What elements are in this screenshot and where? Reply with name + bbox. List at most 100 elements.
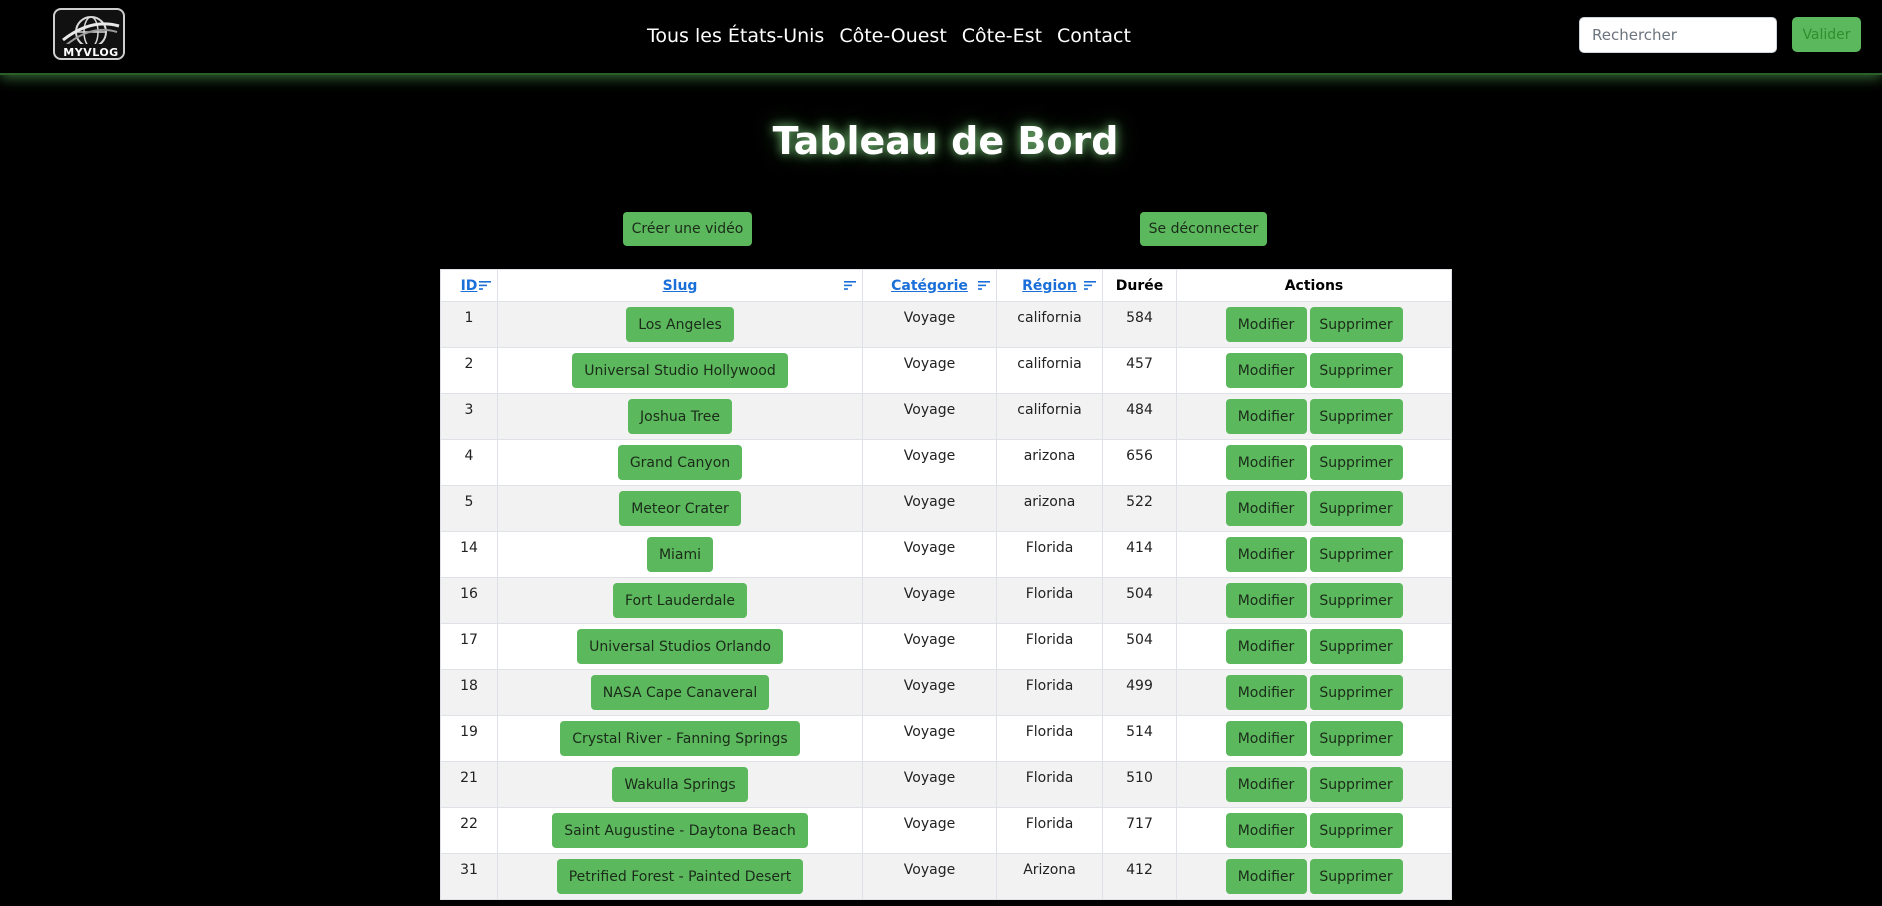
delete-button[interactable]: Supprimer (1309, 721, 1403, 756)
sort-icon[interactable] (1084, 281, 1096, 290)
create-video-button[interactable]: Créer une vidéo (623, 212, 752, 246)
slug-button[interactable]: Miami (646, 537, 714, 572)
delete-button[interactable]: Supprimer (1309, 491, 1403, 526)
slug-button[interactable]: Crystal River - Fanning Springs (560, 721, 800, 756)
delete-button[interactable]: Supprimer (1309, 629, 1403, 664)
cell-category: Voyage (862, 715, 997, 762)
search-submit-button[interactable]: Valider (1792, 17, 1861, 52)
videos-table-container: ID Slug Catégorie Région Durée Actions 1… (440, 269, 1452, 900)
delete-button[interactable]: Supprimer (1309, 767, 1403, 802)
column-header-duration: Durée (1102, 269, 1177, 302)
slug-button[interactable]: Fort Lauderdale (612, 583, 748, 618)
modify-button[interactable]: Modifier (1225, 767, 1307, 802)
cell-actions: Modifier Supprimer (1176, 807, 1452, 854)
nav-link-west-coast[interactable]: Côte-Ouest (839, 25, 946, 47)
cell-duration: 584 (1102, 301, 1177, 348)
delete-button[interactable]: Supprimer (1309, 353, 1403, 388)
modify-button[interactable]: Modifier (1225, 537, 1307, 572)
sort-link-slug[interactable]: Slug (663, 278, 698, 294)
nav-link-east-coast[interactable]: Côte-Est (962, 25, 1042, 47)
modify-button[interactable]: Modifier (1225, 583, 1307, 618)
table-row: 31 Petrified Forest - Painted Desert Voy… (440, 853, 1452, 900)
cell-region: Arizona (996, 853, 1103, 900)
cell-id: 4 (440, 439, 498, 486)
delete-button[interactable]: Supprimer (1309, 675, 1403, 710)
cell-duration: 457 (1102, 347, 1177, 394)
cell-duration: 510 (1102, 761, 1177, 808)
slug-button[interactable]: Saint Augustine - Daytona Beach (552, 813, 808, 848)
table-row: 4 Grand Canyon Voyage arizona 656 Modifi… (440, 439, 1452, 486)
table-row: 5 Meteor Crater Voyage arizona 522 Modif… (440, 485, 1452, 532)
cell-actions: Modifier Supprimer (1176, 715, 1452, 762)
cell-region: Florida (996, 669, 1103, 716)
modify-button[interactable]: Modifier (1225, 675, 1307, 710)
main-nav: Tous les États-Unis Côte-Ouest Côte-Est … (647, 21, 1131, 51)
sort-link-category[interactable]: Catégorie (891, 278, 968, 294)
sort-icon[interactable] (978, 281, 990, 290)
slug-button[interactable]: Universal Studios Orlando (577, 629, 783, 664)
logout-button[interactable]: Se déconnecter (1140, 212, 1267, 246)
modify-button[interactable]: Modifier (1225, 445, 1307, 480)
delete-button[interactable]: Supprimer (1309, 583, 1403, 618)
modify-button[interactable]: Modifier (1225, 491, 1307, 526)
cell-region: Florida (996, 807, 1103, 854)
modify-button[interactable]: Modifier (1225, 813, 1307, 848)
column-header-region: Région (996, 269, 1103, 302)
modify-button[interactable]: Modifier (1225, 859, 1307, 894)
cell-slug: Grand Canyon (497, 439, 863, 486)
nav-link-all-states[interactable]: Tous les États-Unis (647, 25, 824, 47)
cell-id: 19 (440, 715, 498, 762)
cell-category: Voyage (862, 531, 997, 578)
sort-icon[interactable] (844, 281, 856, 290)
sort-icon[interactable] (479, 281, 491, 290)
delete-button[interactable]: Supprimer (1309, 537, 1403, 572)
table-row: 1 Los Angeles Voyage california 584 Modi… (440, 301, 1452, 348)
cell-slug: Universal Studio Hollywood (497, 347, 863, 394)
delete-button[interactable]: Supprimer (1309, 399, 1403, 434)
cell-category: Voyage (862, 347, 997, 394)
cell-category: Voyage (862, 761, 997, 808)
cell-slug: Meteor Crater (497, 485, 863, 532)
table-body: 1 Los Angeles Voyage california 584 Modi… (440, 301, 1452, 900)
modify-button[interactable]: Modifier (1225, 721, 1307, 756)
table-row: 18 NASA Cape Canaveral Voyage Florida 49… (440, 669, 1452, 716)
myvlog-logo[interactable]: MYVLOG (53, 8, 125, 60)
modify-button[interactable]: Modifier (1225, 353, 1307, 388)
search-input[interactable] (1579, 17, 1777, 53)
cell-actions: Modifier Supprimer (1176, 393, 1452, 440)
delete-button[interactable]: Supprimer (1309, 813, 1403, 848)
modify-button[interactable]: Modifier (1225, 629, 1307, 664)
table-header-row: ID Slug Catégorie Région Durée Actions (440, 269, 1452, 302)
delete-button[interactable]: Supprimer (1309, 445, 1403, 480)
slug-button[interactable]: Joshua Tree (628, 399, 732, 434)
delete-button[interactable]: Supprimer (1309, 859, 1403, 894)
cell-actions: Modifier Supprimer (1176, 761, 1452, 808)
cell-id: 21 (440, 761, 498, 808)
cell-duration: 412 (1102, 853, 1177, 900)
slug-button[interactable]: Grand Canyon (617, 445, 743, 480)
slug-button[interactable]: Meteor Crater (619, 491, 741, 526)
slug-button[interactable]: Los Angeles (626, 307, 734, 342)
cell-category: Voyage (862, 301, 997, 348)
column-header-slug: Slug (497, 269, 863, 302)
cell-actions: Modifier Supprimer (1176, 623, 1452, 670)
sort-link-id[interactable]: ID (461, 278, 478, 294)
cell-slug: Petrified Forest - Painted Desert (497, 853, 863, 900)
table-row: 17 Universal Studios Orlando Voyage Flor… (440, 623, 1452, 670)
slug-button[interactable]: NASA Cape Canaveral (590, 675, 770, 710)
cell-slug: Fort Lauderdale (497, 577, 863, 624)
sort-link-region[interactable]: Région (1022, 278, 1077, 294)
cell-slug: Los Angeles (497, 301, 863, 348)
cell-duration: 514 (1102, 715, 1177, 762)
slug-button[interactable]: Petrified Forest - Painted Desert (556, 859, 804, 894)
cell-actions: Modifier Supprimer (1176, 347, 1452, 394)
slug-button[interactable]: Universal Studio Hollywood (572, 353, 788, 388)
modify-button[interactable]: Modifier (1225, 399, 1307, 434)
cell-id: 22 (440, 807, 498, 854)
table-row: 2 Universal Studio Hollywood Voyage cali… (440, 347, 1452, 394)
slug-button[interactable]: Wakulla Springs (612, 767, 748, 802)
modify-button[interactable]: Modifier (1225, 307, 1307, 342)
nav-link-contact[interactable]: Contact (1057, 25, 1131, 47)
cell-actions: Modifier Supprimer (1176, 577, 1452, 624)
delete-button[interactable]: Supprimer (1309, 307, 1403, 342)
